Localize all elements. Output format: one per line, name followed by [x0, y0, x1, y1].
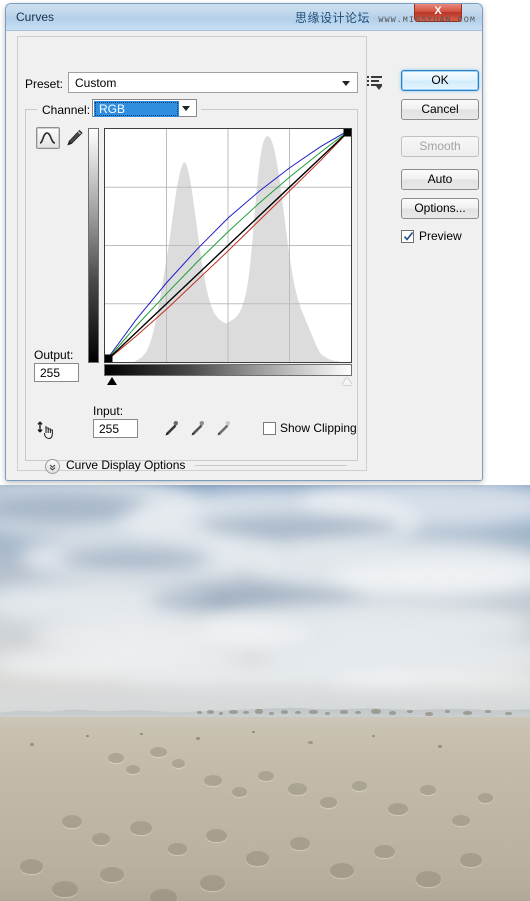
- watermark-url: WWW.MISSYUAN.COM: [378, 15, 476, 25]
- on-image-adjustment-icon[interactable]: [36, 419, 60, 441]
- output-input[interactable]: 255: [34, 363, 79, 382]
- screen: Curves 思缘设计论坛 X WWW.MISSYUAN.COM Preset:…: [0, 0, 530, 901]
- preset-select[interactable]: Custom: [68, 72, 358, 93]
- show-clipping-label: Show Clipping: [280, 421, 357, 435]
- dialog-titlebar[interactable]: Curves 思缘设计论坛 X WWW.MISSYUAN.COM: [6, 4, 482, 31]
- cloud: [60, 547, 210, 571]
- group-border-right: [201, 109, 358, 110]
- preview-checkbox[interactable]: [401, 230, 414, 243]
- channel-value: RGB: [94, 101, 179, 117]
- input-label: Input:: [93, 404, 124, 418]
- watermark-chinese: 思缘设计论坛: [294, 11, 370, 25]
- eyedropper-black-point-icon[interactable]: [162, 419, 182, 439]
- curves-dialog: Curves 思缘设计论坛 X WWW.MISSYUAN.COM Preset:…: [5, 3, 483, 481]
- preset-label: Preset:: [25, 77, 64, 91]
- input-input[interactable]: 255: [93, 419, 138, 438]
- chevron-down-icon: [342, 81, 350, 86]
- desert-ground: [0, 717, 530, 901]
- black-point-slider[interactable]: [107, 377, 117, 385]
- show-clipping-checkbox[interactable]: [263, 422, 276, 435]
- curve-display-options-toggle[interactable]: [45, 459, 60, 474]
- output-label: Output:: [34, 348, 74, 362]
- dialog-body: Preset: Custom Channel: RGB Output: 255 …: [6, 31, 482, 480]
- pencil-tool-icon[interactable]: [63, 127, 85, 149]
- chevron-down-icon: [182, 106, 190, 111]
- vertical-gradient-bar: [88, 128, 99, 363]
- group-border-left: [25, 109, 37, 110]
- curve-tool-icon[interactable]: [36, 127, 60, 149]
- curve-control-point[interactable]: [343, 129, 351, 137]
- cancel-button[interactable]: Cancel: [401, 99, 479, 120]
- curve-graph-area[interactable]: [88, 128, 352, 385]
- dialog-title: Curves: [16, 10, 55, 24]
- section-divider: [195, 465, 347, 466]
- preview-label: Preview: [419, 229, 462, 243]
- curve-graph[interactable]: [104, 128, 352, 363]
- eyedropper-white-point-icon[interactable]: [214, 419, 234, 439]
- horizontal-gradient-bar: [104, 364, 352, 376]
- options-button[interactable]: Options...: [401, 198, 479, 219]
- channel-select[interactable]: RGB: [92, 99, 197, 117]
- channel-label: Channel:: [42, 103, 91, 117]
- curve-display-options-label[interactable]: Curve Display Options: [66, 458, 185, 472]
- smooth-button: Smooth: [401, 136, 479, 157]
- chevron-double-down-icon: [50, 464, 56, 471]
- curve-plot[interactable]: [105, 129, 351, 362]
- checkmark-icon: [403, 232, 414, 241]
- debris-line: [195, 709, 530, 717]
- eyedropper-gray-point-icon[interactable]: [188, 419, 208, 439]
- preset-menu-icon[interactable]: [367, 75, 383, 90]
- preset-value: Custom: [75, 76, 117, 90]
- photo-canvas[interactable]: [0, 485, 530, 901]
- curve-control-point[interactable]: [105, 354, 113, 362]
- ok-button[interactable]: OK: [401, 70, 479, 91]
- white-point-slider[interactable]: [342, 377, 352, 385]
- auto-button[interactable]: Auto: [401, 169, 479, 190]
